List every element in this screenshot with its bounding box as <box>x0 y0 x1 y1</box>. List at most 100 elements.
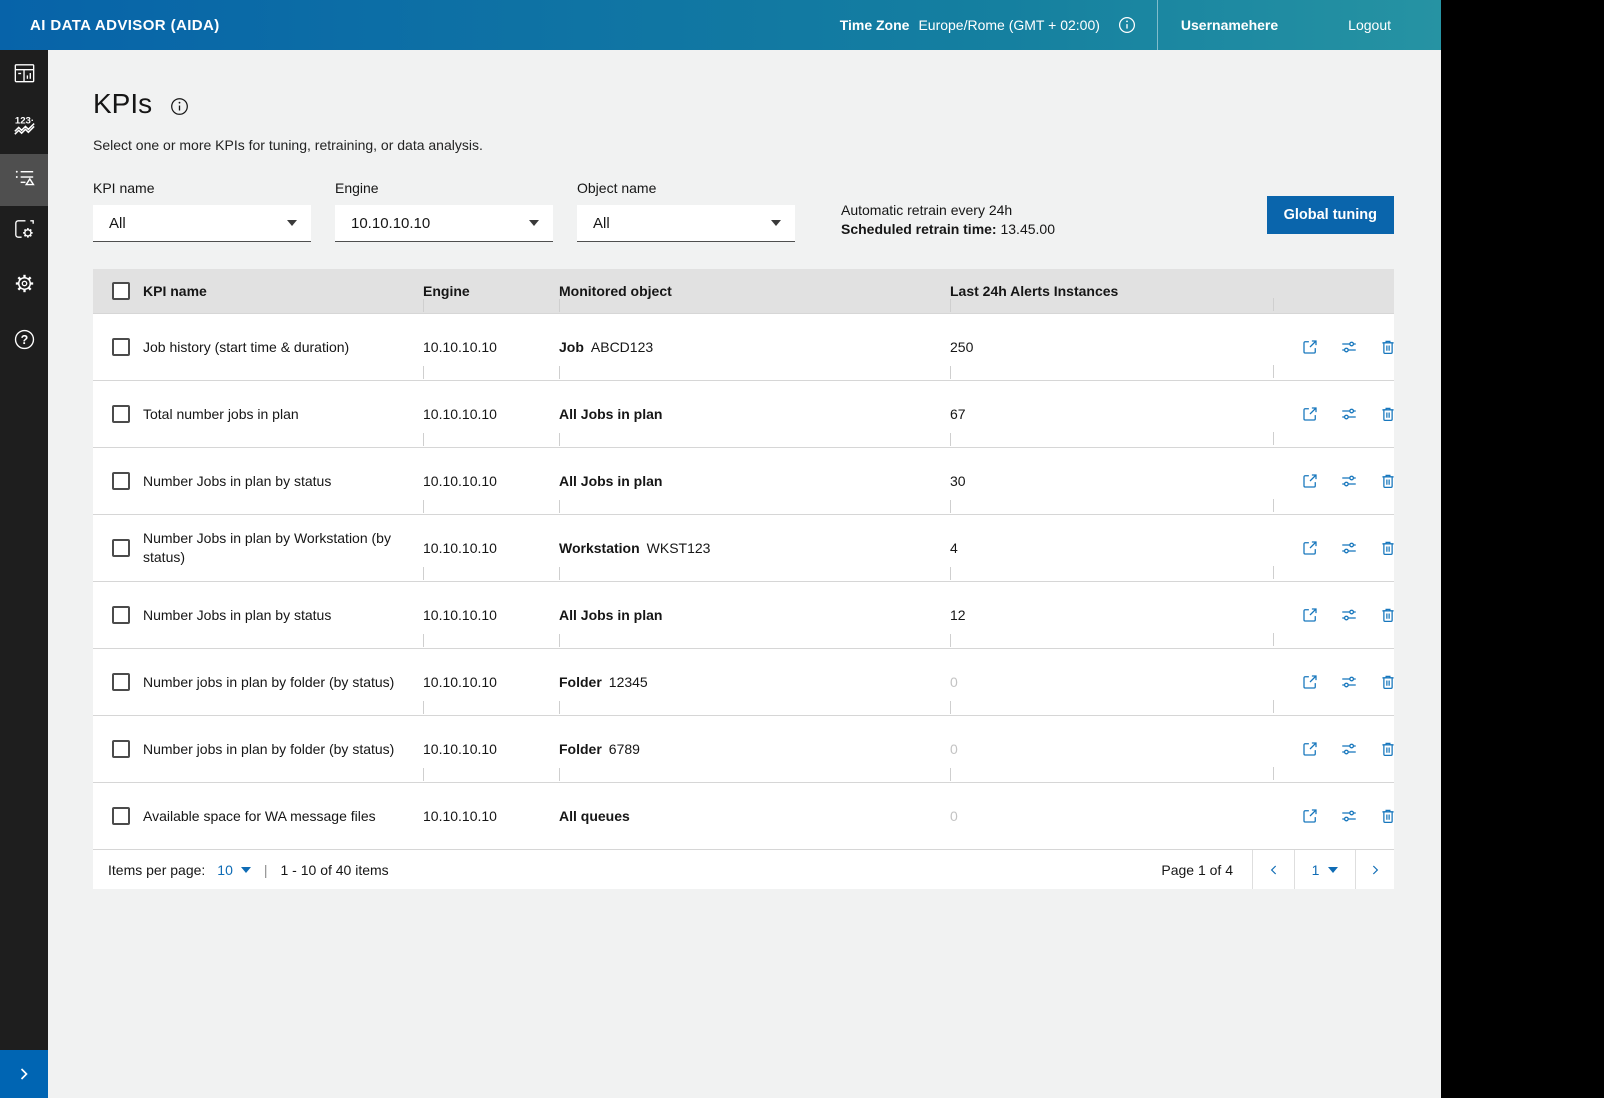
svg-text:?: ? <box>20 333 28 347</box>
tune-icon[interactable] <box>1340 740 1358 758</box>
settings-gear-icon <box>11 270 38 302</box>
pagination-bar: Items per page: 10 | 1 - 10 of 40 items … <box>93 849 1394 889</box>
kpi-name-cell: Number jobs in plan by folder (by status… <box>143 673 423 692</box>
launch-icon[interactable] <box>1301 405 1319 423</box>
delete-icon[interactable] <box>1379 405 1397 423</box>
kpi-name-cell: Number Jobs in plan by status <box>143 472 423 491</box>
tune-icon[interactable] <box>1340 539 1358 557</box>
table-row: Number Jobs in plan by Workstation (by s… <box>93 514 1394 581</box>
monitored-object-cell: Folder6789 <box>559 741 950 757</box>
launch-icon[interactable] <box>1301 807 1319 825</box>
delete-icon[interactable] <box>1379 338 1397 356</box>
object-name-filter[interactable]: All <box>577 205 795 242</box>
kpi-name-filter-label: KPI name <box>93 180 311 196</box>
alerts-cell: 67 <box>950 406 1273 422</box>
engine-cell: 10.10.10.10 <box>423 473 559 489</box>
kpi-name-cell: Available space for WA message files <box>143 807 423 826</box>
select-all-checkbox[interactable] <box>112 282 130 300</box>
timezone-info-icon[interactable] <box>1118 16 1136 34</box>
help-icon: ? <box>11 326 38 358</box>
sidebar-item-settings[interactable] <box>0 258 48 314</box>
alerts-cell: 30 <box>950 473 1273 489</box>
global-tuning-button[interactable]: Global tuning <box>1267 196 1394 234</box>
alerts-cell: 250 <box>950 339 1273 355</box>
timezone-value: Europe/Rome (GMT + 02:00) <box>918 17 1099 33</box>
sidebar-item-objects[interactable] <box>0 206 48 258</box>
dashboard-icon <box>11 60 38 92</box>
retrain-line2: Scheduled retrain time: 13.45.00 <box>841 220 1055 239</box>
table-row: Number Jobs in plan by status 10.10.10.1… <box>93 581 1394 648</box>
col-alerts: Last 24h Alerts Instances <box>950 283 1273 299</box>
row-checkbox[interactable] <box>112 539 130 557</box>
monitored-object-cell: WorkstationWKST123 <box>559 540 950 556</box>
main-content: KPIs Select one or more KPIs for tuning,… <box>48 50 1441 889</box>
row-checkbox[interactable] <box>112 405 130 423</box>
previous-page-button[interactable] <box>1252 850 1294 889</box>
chevron-down-icon <box>241 867 251 873</box>
table-header-row: KPI name Engine Monitored object Last 24… <box>93 269 1394 313</box>
delete-icon[interactable] <box>1379 673 1397 691</box>
sidebar-item-kpi-list[interactable] <box>0 154 48 206</box>
sidebar-item-dashboard[interactable] <box>0 50 48 102</box>
next-page-button[interactable] <box>1355 850 1394 889</box>
page-number-select[interactable]: 1 <box>1294 850 1355 889</box>
retrain-info: Automatic retrain every 24h Scheduled re… <box>841 201 1055 239</box>
row-checkbox[interactable] <box>112 606 130 624</box>
items-per-page-select[interactable]: 10 <box>217 862 251 878</box>
tune-icon[interactable] <box>1340 405 1358 423</box>
engine-cell: 10.10.10.10 <box>423 406 559 422</box>
engine-filter[interactable]: 10.10.10.10 <box>335 205 553 242</box>
table-row: Total number jobs in plan 10.10.10.10 Al… <box>93 380 1394 447</box>
tune-icon[interactable] <box>1340 338 1358 356</box>
launch-icon[interactable] <box>1301 673 1319 691</box>
row-checkbox[interactable] <box>112 338 130 356</box>
username: Usernamehere <box>1181 17 1278 33</box>
tune-icon[interactable] <box>1340 606 1358 624</box>
timezone-label: Time Zone <box>840 17 910 33</box>
logout-button[interactable]: Logout <box>1348 17 1391 33</box>
col-monitored-object: Monitored object <box>559 283 950 299</box>
sidebar-item-kpi-trend[interactable]: 123· <box>0 102 48 154</box>
engine-cell: 10.10.10.10 <box>423 741 559 757</box>
launch-icon[interactable] <box>1301 472 1319 490</box>
chevron-down-icon <box>1328 867 1338 873</box>
kpi-name-cell: Job history (start time & duration) <box>143 338 423 357</box>
kpi-name-cell: Total number jobs in plan <box>143 405 423 424</box>
monitored-object-cell: All queues <box>559 808 950 824</box>
alerts-cell: 0 <box>950 808 1273 824</box>
launch-icon[interactable] <box>1301 338 1319 356</box>
tune-icon[interactable] <box>1340 673 1358 691</box>
sidebar-nav: 123· <box>0 50 48 1050</box>
chevron-down-icon <box>771 220 781 226</box>
engine-filter-label: Engine <box>335 180 553 196</box>
row-checkbox[interactable] <box>112 807 130 825</box>
kpi-name-filter[interactable]: All <box>93 205 311 242</box>
launch-icon[interactable] <box>1301 539 1319 557</box>
retrain-line1: Automatic retrain every 24h <box>841 201 1055 220</box>
engine-cell: 10.10.10.10 <box>423 540 559 556</box>
sidebar-item-help[interactable]: ? <box>0 314 48 370</box>
delete-icon[interactable] <box>1379 539 1397 557</box>
monitored-object-cell: All Jobs in plan <box>559 473 950 489</box>
row-actions <box>1273 606 1394 624</box>
page-subtitle: Select one or more KPIs for tuning, retr… <box>93 137 1394 153</box>
delete-icon[interactable] <box>1379 807 1397 825</box>
table-row: Number jobs in plan by folder (by status… <box>93 715 1394 782</box>
engine-filter-value: 10.10.10.10 <box>351 215 430 232</box>
launch-icon[interactable] <box>1301 606 1319 624</box>
kpi-name-filter-value: All <box>109 215 126 232</box>
delete-icon[interactable] <box>1379 472 1397 490</box>
alerts-cell: 0 <box>950 741 1273 757</box>
sidebar-expand-button[interactable] <box>0 1050 48 1098</box>
delete-icon[interactable] <box>1379 606 1397 624</box>
engine-cell: 10.10.10.10 <box>423 674 559 690</box>
delete-icon[interactable] <box>1379 740 1397 758</box>
launch-icon[interactable] <box>1301 740 1319 758</box>
app-title: AI DATA ADVISOR (AIDA) <box>0 17 220 34</box>
row-checkbox[interactable] <box>112 673 130 691</box>
row-checkbox[interactable] <box>112 472 130 490</box>
tune-icon[interactable] <box>1340 472 1358 490</box>
tune-icon[interactable] <box>1340 807 1358 825</box>
row-checkbox[interactable] <box>112 740 130 758</box>
kpis-info-icon[interactable] <box>170 97 189 116</box>
